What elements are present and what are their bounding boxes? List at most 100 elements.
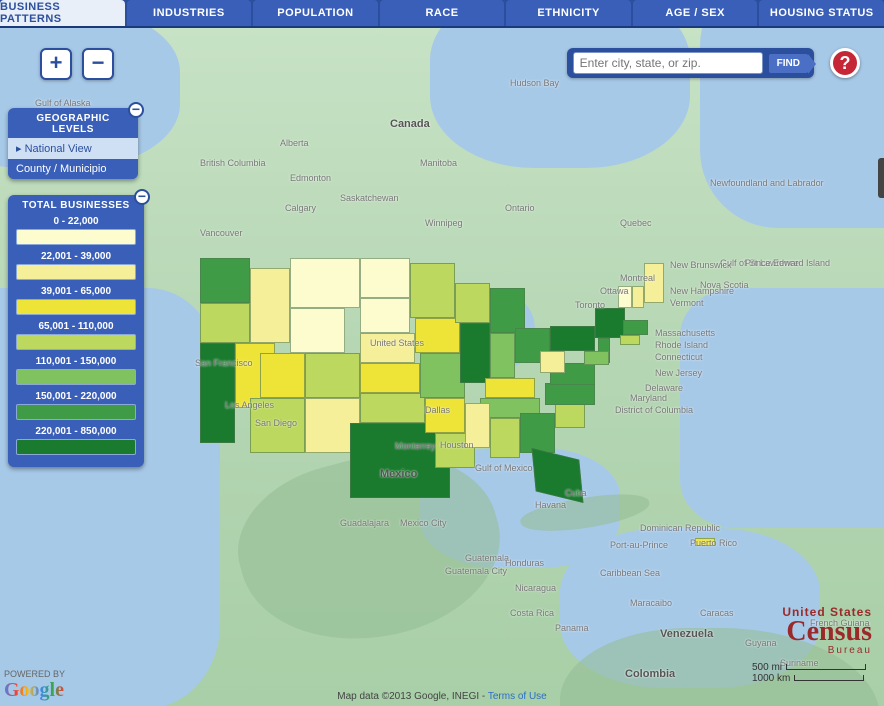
zoom-controls: + − [40,48,114,80]
label-nicaragua: Nicaragua [515,583,556,593]
zoom-out-button[interactable]: − [82,48,114,80]
legend-row-5[interactable]: 150,001 - 220,000 [8,389,144,424]
tab-industries[interactable]: INDUSTRIES [127,0,252,26]
label-monterrey: Monterrey [395,441,436,451]
legend-panel: − TOTAL BUSINESSES 0 - 22,000 22,001 - 3… [8,195,144,467]
label-toronto: Toronto [575,300,605,310]
label-new-brunswick: New Brunswick [670,260,732,270]
state-id [250,268,290,343]
state-nj [598,338,610,363]
legend-collapse-button[interactable]: − [134,189,150,205]
state-mo [420,353,465,398]
legend-swatch-4 [16,369,136,385]
geographic-levels-panel: − GEOGRAPHIC LEVELS National View County… [8,108,138,179]
label-winnipeg: Winnipeg [425,218,463,228]
map-attribution: Map data ©2013 Google, INEGI - Terms of … [0,691,884,702]
state-vt [618,286,632,308]
label-pei: Prince Edward Island [745,258,830,268]
state-ky [485,378,535,398]
state-ne [360,333,415,363]
label-quebec: Quebec [620,218,652,228]
find-button[interactable]: FIND [769,54,808,73]
label-ottawa: Ottawa [600,286,629,296]
state-ct [620,335,640,345]
legend-row-1[interactable]: 22,001 - 39,000 [8,249,144,284]
geo-panel-title: GEOGRAPHIC LEVELS [8,108,138,138]
legend-label-0: 0 - 22,000 [16,216,136,227]
label-costa-rica: Costa Rica [510,608,554,618]
tab-age-sex[interactable]: AGE / SEX [633,0,758,26]
state-ma [623,320,648,335]
state-va [550,363,595,385]
label-ontario: Ontario [505,203,535,213]
label-saskatchewan: Saskatchewan [340,193,399,203]
label-vancouver: Vancouver [200,228,242,238]
tab-business-patterns[interactable]: BUSINESS PATTERNS [0,0,125,26]
tab-ethnicity[interactable]: ETHNICITY [506,0,631,26]
label-bc: British Columbia [200,158,266,168]
label-san-diego: San Diego [255,418,297,428]
state-ks [360,363,420,393]
state-az [250,398,305,453]
label-us: United States [370,338,424,348]
legend-row-3[interactable]: 65,001 - 110,000 [8,319,144,354]
legend-row-6[interactable]: 220,001 - 850,000 [8,424,144,459]
legend-row-4[interactable]: 110,001 - 150,000 [8,354,144,389]
map-canvas[interactable]: Canada Mexico United States Hudson Bay G… [0,28,884,706]
legend-row-2[interactable]: 39,001 - 65,000 [8,284,144,319]
label-houston: Houston [440,440,474,450]
scale-mi: 500 mi [752,662,782,673]
tab-housing-status[interactable]: HOUSING STATUS [759,0,884,26]
state-md [584,351,609,365]
side-drawer-handle[interactable] [878,158,884,198]
legend-row-0[interactable]: 0 - 22,000 [8,214,144,249]
atlantic-water [680,288,884,528]
state-nh [632,286,644,308]
state-ar [425,398,465,433]
state-wv [540,351,565,373]
state-wa [200,258,250,303]
label-dallas: Dallas [425,405,450,415]
search-bar: FIND [567,48,814,78]
state-sd [360,298,410,333]
state-ut [260,353,305,398]
tab-population[interactable]: POPULATION [253,0,378,26]
scale-km: 1000 km [752,673,790,684]
state-me [644,263,664,303]
legend-label-3: 65,001 - 110,000 [16,321,136,332]
census-name: Census [782,618,872,646]
tab-race[interactable]: RACE [380,0,505,26]
legend-label-4: 110,001 - 150,000 [16,356,136,367]
state-ms [465,403,490,448]
geo-item-national[interactable]: National View [8,138,138,159]
legend-swatch-0 [16,229,136,245]
search-input[interactable] [573,52,763,74]
state-ia [415,318,460,353]
label-canada: Canada [390,118,430,130]
zoom-in-button[interactable]: + [40,48,72,80]
state-co [305,353,360,398]
legend-swatch-6 [16,439,136,455]
legend-swatch-1 [16,264,136,280]
attribution-text: Map data ©2013 Google, INEGI - [337,691,488,702]
state-nc [545,383,595,405]
state-sc [555,403,585,428]
census-logo: United States Census Bureau [782,606,872,656]
legend-swatch-5 [16,404,136,420]
label-los-angeles: Los Angeles [225,400,274,410]
state-nv [235,343,275,408]
state-ny [595,308,625,338]
legend-swatch-2 [16,299,136,315]
legend-label-6: 220,001 - 850,000 [16,426,136,437]
legend-title: TOTAL BUSINESSES [8,195,144,214]
powered-by-label: POWERED BY [4,669,65,679]
state-nd [360,258,410,298]
label-manitoba: Manitoba [420,158,457,168]
label-maryland: Maryland [630,393,667,403]
help-button[interactable]: ? [830,48,860,78]
geo-item-county[interactable]: County / Municipio [8,159,138,179]
state-nm [305,398,360,453]
legend-swatch-3 [16,334,136,350]
terms-link[interactable]: Terms of Use [488,691,547,702]
geo-collapse-button[interactable]: − [128,102,144,118]
